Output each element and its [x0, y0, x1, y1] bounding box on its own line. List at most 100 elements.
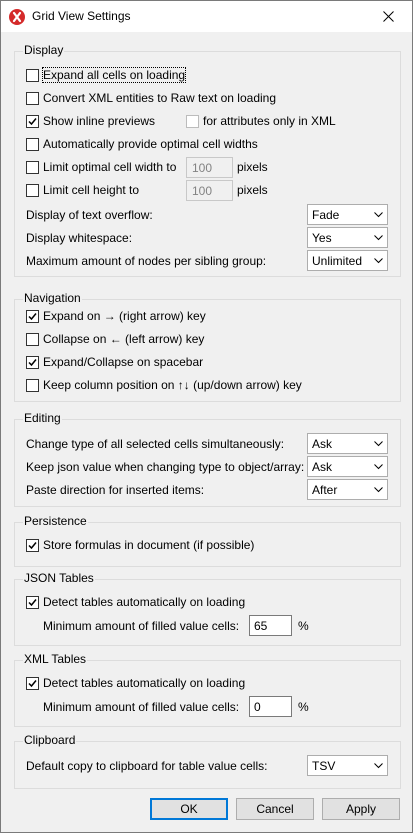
display-group-title: Display: [23, 43, 65, 57]
change-type-value: Ask: [312, 437, 333, 451]
chevron-down-icon: [374, 258, 383, 264]
limit-width-label: Limit optimal cell width to: [43, 160, 177, 174]
chevron-down-icon: [374, 441, 383, 447]
limit-width-unit: pixels: [237, 160, 268, 174]
checkbox-box[interactable]: [26, 137, 39, 151]
dialog-window: Grid View Settings Display Expand all ce…: [0, 0, 413, 833]
change-type-select[interactable]: Ask: [307, 433, 388, 454]
keep-column-checkbox[interactable]: Keep column position on ↑↓ (up/down arro…: [26, 376, 302, 394]
expand-right-label: Expand on → (right arrow) key: [43, 309, 206, 323]
checkmark-icon: [28, 358, 37, 366]
store-formulas-label: Store formulas in document (if possible): [43, 538, 255, 552]
expand-right-checkbox[interactable]: Expand on → (right arrow) key: [26, 307, 206, 325]
keep-json-label: Keep json value when changing type to ob…: [26, 460, 305, 474]
checkmark-icon: [28, 541, 37, 549]
limit-width-value: 100: [192, 161, 213, 175]
optimal-widths-checkbox[interactable]: Automatically provide optimal cell width…: [26, 135, 258, 153]
checkmark-icon: [28, 679, 37, 687]
chevron-down-icon: [374, 235, 383, 241]
xml-min-input[interactable]: 0: [249, 696, 292, 717]
xml-detect-checkbox[interactable]: Detect tables automatically on loading: [26, 674, 245, 692]
json-tables-group: JSON Tables: [14, 571, 401, 646]
ok-button[interactable]: OK: [150, 798, 228, 820]
json-detect-label: Detect tables automatically on loading: [43, 595, 246, 609]
limit-height-unit: pixels: [237, 183, 268, 197]
inline-previews-label: Show inline previews: [43, 114, 156, 128]
navigation-group-title: Navigation: [23, 291, 82, 305]
limit-height-label: Limit cell height to: [43, 183, 140, 197]
overflow-label: Display of text overflow:: [26, 208, 153, 222]
expand-space-label: Expand/Collapse on spacebar: [43, 355, 204, 369]
title-bar: Grid View Settings: [1, 1, 412, 32]
paste-label: Paste direction for inserted items:: [26, 483, 205, 497]
checkbox-box[interactable]: [26, 378, 39, 392]
checkbox-box[interactable]: [26, 114, 39, 128]
checkbox-box[interactable]: [26, 160, 39, 174]
store-formulas-checkbox[interactable]: Store formulas in document (if possible): [26, 536, 254, 554]
checkmark-icon: [28, 117, 37, 125]
close-icon: [383, 11, 394, 22]
checkbox-box[interactable]: [26, 332, 39, 346]
overflow-value: Fade: [312, 208, 340, 222]
checkbox-box[interactable]: [26, 68, 39, 82]
persistence-group-title: Persistence: [23, 514, 88, 528]
limit-height-checkbox[interactable]: Limit cell height to: [26, 181, 139, 199]
xml-min-value: 0: [254, 700, 261, 714]
limit-width-checkbox[interactable]: Limit optimal cell width to: [26, 158, 176, 176]
collapse-left-checkbox[interactable]: Collapse on ← (left arrow) key: [26, 330, 204, 348]
keep-column-label: Keep column position on ↑↓ (up/down arro…: [43, 378, 302, 392]
checkbox-box[interactable]: [186, 114, 199, 128]
optimal-widths-label: Automatically provide optimal cell width…: [43, 137, 258, 151]
xml-tables-group-title: XML Tables: [23, 652, 88, 666]
chevron-down-icon: [374, 487, 383, 493]
checkbox-box[interactable]: [26, 91, 39, 105]
editing-group-title: Editing: [23, 411, 62, 425]
xml-min-unit: %: [298, 700, 309, 714]
checkbox-box[interactable]: [26, 538, 39, 552]
keep-json-select[interactable]: Ask: [307, 456, 388, 477]
convert-xml-label: Convert XML entities to Raw text on load…: [43, 91, 277, 105]
xml-tables-group: XML Tables: [14, 652, 401, 727]
xml-detect-label: Detect tables automatically on loading: [43, 676, 246, 690]
checkbox-box[interactable]: [26, 355, 39, 369]
checkbox-box[interactable]: [26, 309, 39, 323]
limit-height-value: 100: [192, 184, 213, 198]
checkbox-box[interactable]: [26, 676, 39, 690]
checkbox-box[interactable]: [26, 595, 39, 609]
convert-xml-checkbox[interactable]: Convert XML entities to Raw text on load…: [26, 89, 276, 107]
window-title: Grid View Settings: [32, 9, 131, 23]
expand-all-checkbox[interactable]: Expand all cells on loading: [26, 66, 187, 84]
overflow-select[interactable]: Fade: [307, 204, 388, 225]
chevron-down-icon: [374, 763, 383, 769]
apply-button[interactable]: Apply: [322, 798, 400, 820]
attrs-only-checkbox[interactable]: for attributes only in XML: [186, 112, 336, 130]
chevron-down-icon: [374, 464, 383, 470]
limit-width-input[interactable]: 100: [186, 157, 233, 178]
limit-height-input[interactable]: 100: [186, 180, 233, 201]
whitespace-label: Display whitespace:: [26, 231, 133, 245]
collapse-left-label: Collapse on ← (left arrow) key: [43, 332, 205, 346]
copy-select[interactable]: TSV: [307, 755, 388, 776]
inline-previews-checkbox[interactable]: Show inline previews: [26, 112, 155, 130]
close-button[interactable]: [366, 1, 412, 32]
json-detect-checkbox[interactable]: Detect tables automatically on loading: [26, 593, 245, 611]
attrs-only-label: for attributes only in XML: [203, 114, 336, 128]
maxnodes-select[interactable]: Unlimited: [307, 250, 388, 271]
checkbox-box[interactable]: [26, 183, 39, 197]
copy-value: TSV: [312, 759, 336, 773]
chevron-down-icon: [374, 212, 383, 218]
expand-space-checkbox[interactable]: Expand/Collapse on spacebar: [26, 353, 203, 371]
maxnodes-label: Maximum amount of nodes per sibling grou…: [26, 254, 267, 268]
cancel-button[interactable]: Cancel: [236, 798, 314, 820]
paste-select[interactable]: After: [307, 479, 388, 500]
json-min-value: 65: [254, 619, 268, 633]
xml-min-label: Minimum amount of filled value cells:: [43, 700, 240, 714]
whitespace-select[interactable]: Yes: [307, 227, 388, 248]
paste-value: After: [312, 483, 338, 497]
app-icon: [9, 9, 25, 25]
whitespace-value: Yes: [312, 231, 332, 245]
checkmark-icon: [28, 312, 37, 320]
json-min-input[interactable]: 65: [249, 615, 292, 636]
json-tables-group-title: JSON Tables: [23, 571, 95, 585]
json-min-unit: %: [298, 619, 309, 633]
